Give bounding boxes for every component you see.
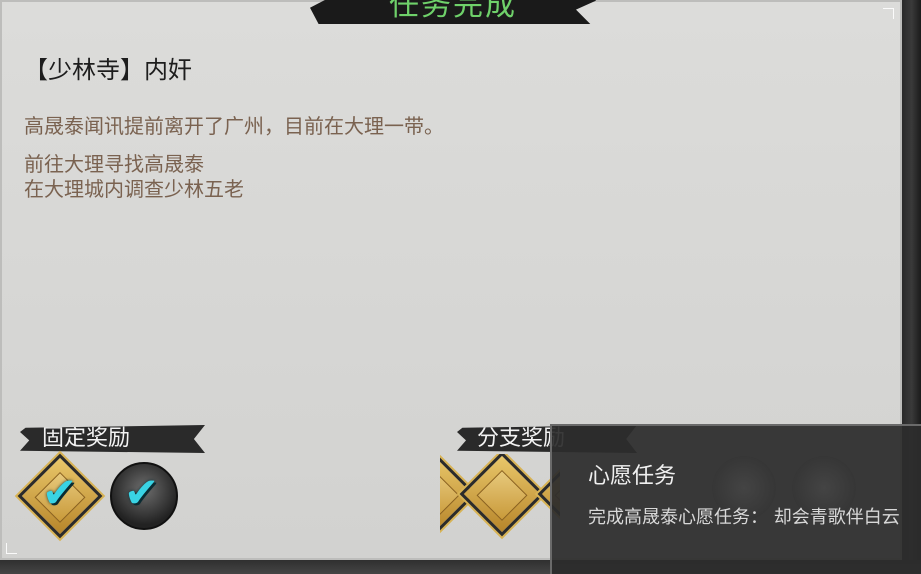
- objective-item: 在大理城内调查少林五老: [24, 177, 244, 201]
- fixed-reward-item[interactable]: ✔: [108, 460, 178, 530]
- objective-item: 前往大理寻找高晟泰: [24, 152, 204, 176]
- wish-quest-tooltip: 心愿任务 完成高晟泰心愿任务： 却会青歌伴白云: [550, 424, 921, 574]
- tooltip-body: 完成高晟泰心愿任务： 却会青歌伴白云: [588, 507, 900, 528]
- checkmark-icon: ✔: [42, 468, 78, 517]
- quest-objectives: 前往大理寻找高晟泰 在大理城内调查少林五老: [24, 152, 244, 202]
- fixed-reward-item[interactable]: ✔: [17, 453, 103, 539]
- panel-corner-ornament: [883, 8, 894, 19]
- banner-title: 任务完成: [389, 0, 517, 23]
- branch-reward-item[interactable]: [459, 454, 545, 537]
- quest-complete-banner: 任务完成: [310, 0, 596, 24]
- quest-title: 【少林寺】内奸: [24, 56, 192, 84]
- quest-description: 高晟泰闻讯提前离开了广州，目前在大理一带。: [24, 114, 444, 138]
- checkmark-icon: ✔: [124, 468, 160, 517]
- fixed-rewards-label: 固定奖励: [20, 425, 205, 453]
- branch-rewards-list: [440, 454, 560, 544]
- gold-scroll-item-icon: [459, 454, 545, 537]
- panel-corner-ornament: [6, 543, 17, 554]
- tooltip-title: 心愿任务: [588, 464, 677, 489]
